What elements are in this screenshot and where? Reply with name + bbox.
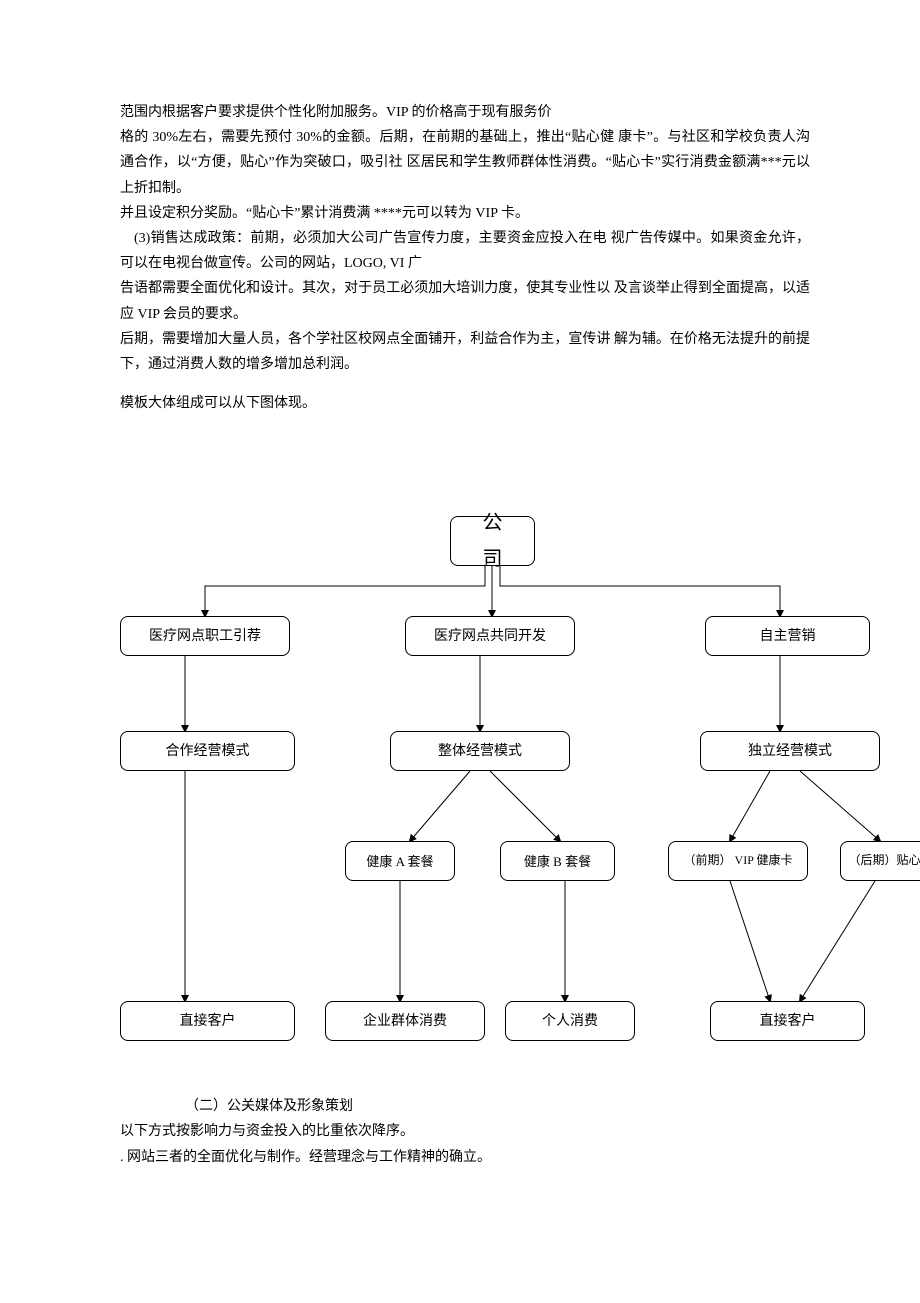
paragraph: 并且设定积分奖励。“贴心卡”累计消费满 ****元可以转为 VIP 卡。 xyxy=(120,201,810,226)
node-channel-joint-dev: 医疗网点共同开发 xyxy=(405,616,575,656)
paragraph: 告语都需要全面优化和设计。其次，对于员工必须加大培训力度，使其专业性以 及言谈举… xyxy=(120,276,810,326)
node-model-independent: 独立经营模式 xyxy=(700,731,880,771)
node-channel-referral: 医疗网点职工引荐 xyxy=(120,616,290,656)
node-product-package-b: 健康 B 套餐 xyxy=(500,841,615,881)
node-channel-self-marketing: 自主营销 xyxy=(705,616,870,656)
node-leaf-direct-customer-2: 直接客户 xyxy=(710,1001,865,1041)
node-leaf-individual: 个人消费 xyxy=(505,1001,635,1041)
node-model-cooperative: 合作经营模式 xyxy=(120,731,295,771)
paragraph: 范围内根据客户要求提供个性化附加服务。VIP 的价格高于现有服务价 xyxy=(120,100,810,125)
paragraph: 模板大体组成可以从下图体现。 xyxy=(120,391,810,416)
paragraph: 后期，需要增加大量人员，各个学社区校网点全面铺开，利益合作为主，宣传讲 解为辅。… xyxy=(120,327,810,377)
paragraph: 格的 30%左右，需要先预付 30%的金额。后期，在前期的基础上，推出“贴心健 … xyxy=(120,125,810,201)
node-product-vip-card: （前期） VIP 健康卡 xyxy=(668,841,808,881)
paragraph: 以下方式按影响力与资金投入的比重依次降序。 xyxy=(120,1119,810,1144)
node-root: 公司 xyxy=(450,516,535,566)
node-model-integrated: 整体经营模式 xyxy=(390,731,570,771)
paragraph: (3)销售达成政策：前期，必须加大公司广告宣传力度，主要资金应投入在电 视广告传… xyxy=(120,226,810,276)
node-product-care-card: （后期）贴心卡 xyxy=(840,841,920,881)
node-leaf-direct-customer-1: 直接客户 xyxy=(120,1001,295,1041)
node-product-package-a: 健康 A 套餐 xyxy=(345,841,455,881)
paragraph: . 网站三者的全面优化与制作。经营理念与工作精神的确立。 xyxy=(120,1145,810,1170)
org-diagram: 公司 医疗网点职工引荐 医疗网点共同开发 自主营销 合作经营模式 整体经营模式 … xyxy=(120,516,810,1086)
section-heading: （二）公关媒体及形象策划 xyxy=(120,1094,810,1119)
node-leaf-enterprise-group: 企业群体消费 xyxy=(325,1001,485,1041)
